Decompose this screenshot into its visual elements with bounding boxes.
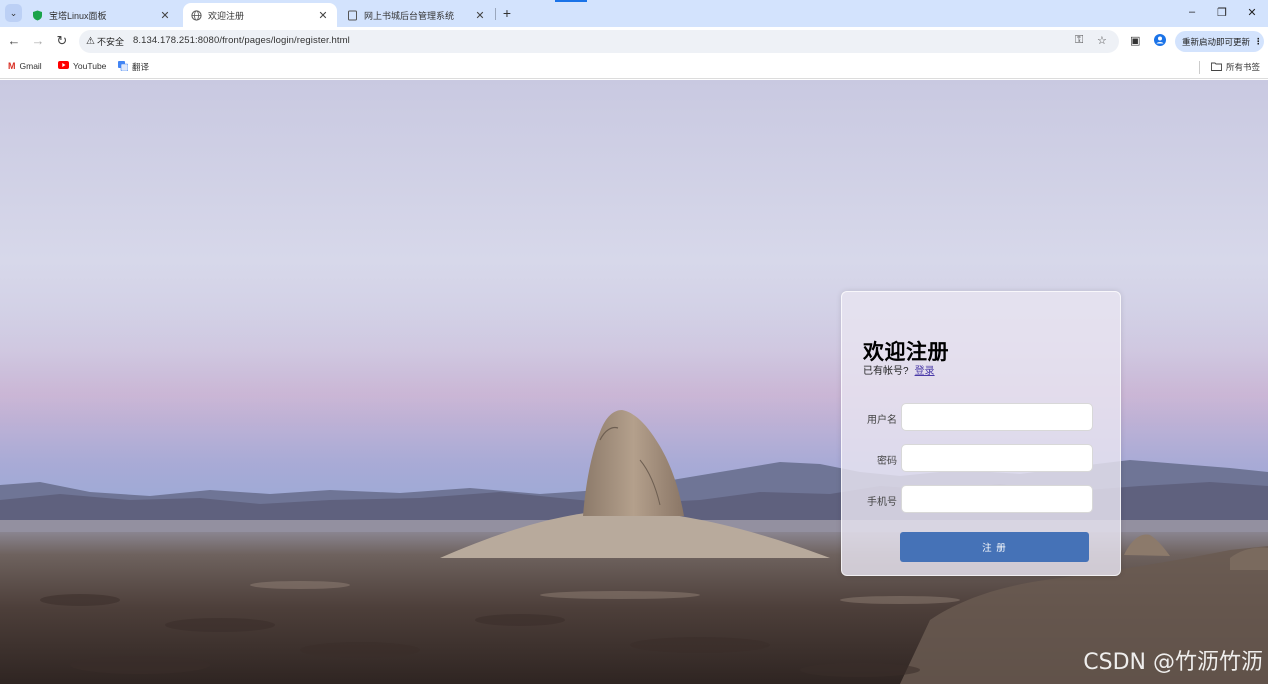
tab-title: 欢迎注册 [208, 10, 245, 21]
gmail-icon: M [8, 61, 16, 71]
tab-divider [495, 8, 496, 20]
url-text[interactable]: 8.134.178.251:8080/front/pages/login/reg… [133, 35, 350, 46]
update-label: 重新启动即可更新 [1182, 36, 1251, 47]
bookmark-gmail[interactable]: M Gmail [8, 61, 42, 71]
username-row: 用户名 [842, 403, 1122, 431]
translate-icon [118, 61, 129, 73]
phone-row: 手机号 [842, 485, 1122, 513]
tab-baota[interactable]: 宝塔Linux面板 ✕ [24, 3, 179, 27]
bookmark-label: Gmail [19, 61, 42, 71]
warning-icon: ⚠ [86, 36, 95, 47]
close-icon[interactable]: ✕ [317, 9, 329, 22]
browser-toolbar: ← → ↻ ⚠ 不安全 8.134.178.251:8080/front/pag… [0, 27, 1268, 56]
username-input[interactable] [901, 403, 1093, 431]
bookmark-youtube[interactable]: YouTube [58, 61, 106, 71]
close-icon[interactable]: ✕ [159, 9, 171, 22]
security-indicator[interactable]: ⚠ 不安全 [86, 35, 124, 48]
side-panel-icon[interactable]: ▣ [1130, 34, 1140, 47]
close-window-button[interactable]: ✕ [1245, 6, 1259, 19]
globe-icon [191, 9, 202, 21]
security-label: 不安全 [96, 37, 124, 47]
tab-search-button[interactable]: ⌄ [5, 4, 22, 22]
password-label: 密码 [877, 456, 897, 467]
youtube-icon [58, 61, 69, 71]
star-icon[interactable]: ☆ [1097, 34, 1107, 47]
tab-bookstore[interactable]: 网上书城后台管理系统 ✕ [339, 3, 494, 27]
folder-icon [1211, 62, 1222, 73]
update-button[interactable]: 重新启动即可更新 ⋮ [1175, 31, 1264, 52]
login-link[interactable]: 登录 [915, 366, 935, 377]
login-hint-text: 已有帐号? [863, 366, 909, 377]
minimize-button[interactable]: – [1185, 6, 1199, 18]
bookmark-translate[interactable]: 翻译 [118, 61, 149, 73]
forward-button[interactable]: → [30, 33, 46, 48]
more-icon: ⋮ [1254, 36, 1263, 46]
restore-button[interactable]: ❐ [1215, 6, 1229, 19]
phone-label: 手机号 [867, 497, 897, 508]
page-icon [347, 10, 358, 21]
tab-title: 网上书城后台管理系统 [364, 10, 455, 21]
phone-input[interactable] [901, 485, 1093, 513]
tab-strip: ⌄ 宝塔Linux面板 ✕ 欢迎注册 ✕ 网上书城后台管理系统 ✕ + – ❐ … [0, 0, 1268, 27]
reload-button[interactable]: ↻ [54, 33, 70, 49]
page-viewport: 欢迎注册 已有帐号? 登录 用户名 密码 手机号 注 册 CSDN @竹沥竹沥 [0, 80, 1268, 684]
bookmark-label: YouTube [73, 61, 107, 71]
bookmark-label: 翻译 [132, 62, 150, 72]
close-icon[interactable]: ✕ [474, 9, 486, 22]
profile-icon[interactable] [1154, 34, 1166, 49]
new-tab-button[interactable]: + [500, 5, 514, 21]
register-card: 欢迎注册 已有帐号? 登录 用户名 密码 手机号 注 册 [841, 291, 1121, 576]
all-bookmarks[interactable]: 所有书签 [1211, 61, 1260, 73]
watermark: CSDN @竹沥竹沥 [1083, 650, 1263, 675]
password-row: 密码 [842, 444, 1122, 472]
tab-title: 宝塔Linux面板 [49, 10, 107, 21]
login-hint: 已有帐号? 登录 [863, 362, 935, 377]
key-icon[interactable]: ⚿ [1075, 34, 1083, 47]
bookmarks-divider [1199, 61, 1200, 74]
shield-icon [32, 10, 43, 21]
back-button[interactable]: ← [6, 33, 22, 48]
password-input[interactable] [901, 444, 1093, 472]
loading-indicator [555, 0, 587, 2]
register-button[interactable]: 注 册 [900, 532, 1089, 562]
address-bar[interactable]: ⚠ 不安全 8.134.178.251:8080/front/pages/log… [79, 30, 1119, 53]
username-label: 用户名 [867, 415, 897, 426]
all-bookmarks-label: 所有书签 [1226, 62, 1261, 72]
bookmarks-bar: M Gmail YouTube 翻译 所有书签 [0, 56, 1268, 79]
tab-register[interactable]: 欢迎注册 ✕ [183, 3, 337, 27]
